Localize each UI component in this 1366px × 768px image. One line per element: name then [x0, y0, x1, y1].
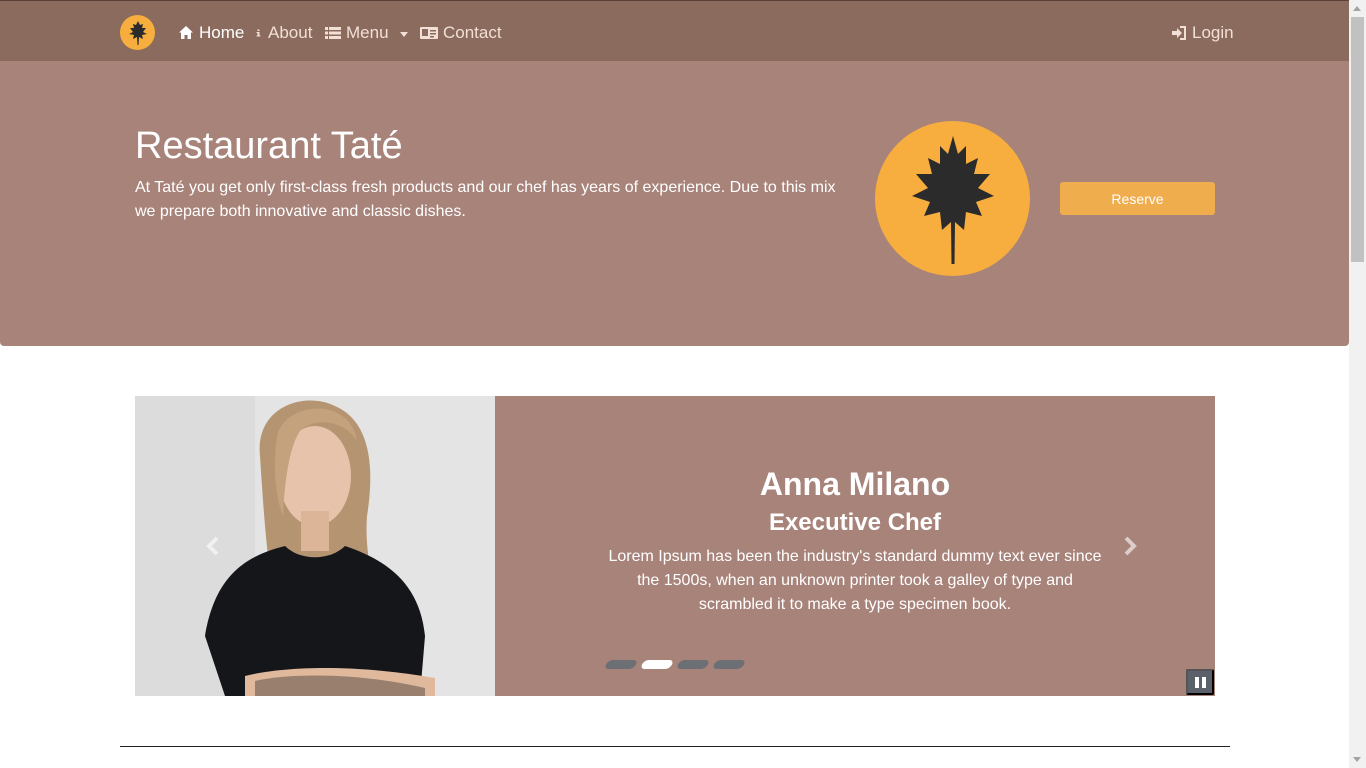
page-scrollbar[interactable] [1349, 0, 1366, 768]
nav-label-home: Home [199, 23, 245, 42]
carousel-pause-button[interactable] [1186, 669, 1214, 695]
contact-card-icon [420, 27, 438, 39]
sign-in-icon [1172, 26, 1186, 40]
chef-description: Lorem Ipsum has been the industry's stan… [608, 548, 1102, 613]
chevron-down-icon [399, 31, 408, 37]
login-label: Login [1192, 23, 1234, 42]
section-divider [120, 746, 1230, 747]
chef-role: Executive Chef [768, 509, 942, 536]
reserve-button[interactable]: Reserve [1060, 182, 1215, 215]
carousel-indicator-2[interactable] [639, 660, 675, 669]
scrollbar-thumb[interactable] [1351, 17, 1364, 262]
carousel-indicator-1[interactable] [603, 660, 639, 669]
chef-name: Anna Milano [759, 466, 951, 502]
hero-banner: Restaurant Taté At Taté you get only fir… [0, 61, 1349, 346]
login-link[interactable]: Login [1171, 22, 1234, 44]
chef-carousel: Anna Milano Executive Chef Lorem Ipsum h… [135, 396, 1215, 696]
restaurant-logo [875, 121, 1030, 276]
nav-item-contact[interactable]: Contact [420, 22, 502, 44]
list-icon [325, 27, 341, 39]
chevron-left-icon [206, 536, 219, 556]
leaf-icon [911, 135, 994, 264]
hero-description: At Taté you get only first-class fresh p… [135, 179, 836, 220]
page-title: Restaurant Taté [135, 125, 403, 167]
nav-label-about: About [268, 23, 313, 42]
top-navbar: Home About Menu Contact Login [0, 0, 1349, 61]
nav-label-menu: Menu [346, 23, 389, 42]
carousel-indicator-4[interactable] [711, 660, 747, 669]
pause-icon-bar [1201, 676, 1206, 688]
nav-item-menu[interactable]: Menu [325, 22, 408, 44]
brand-logo[interactable] [120, 15, 155, 50]
chef-portrait-image [135, 396, 495, 696]
info-icon [256, 29, 261, 37]
carousel-next-button[interactable] [1120, 534, 1140, 558]
scroll-up-arrow[interactable] [1353, 6, 1361, 11]
pause-icon [1194, 676, 1199, 688]
nav-item-home[interactable]: Home [178, 22, 244, 44]
scroll-down-arrow[interactable] [1353, 757, 1361, 762]
nav-item-about[interactable]: About [255, 22, 312, 44]
carousel-prev-button[interactable] [203, 534, 223, 558]
leaf-icon [128, 20, 147, 45]
carousel-indicators [603, 660, 747, 669]
carousel-indicator-3[interactable] [675, 660, 711, 669]
home-icon [179, 26, 193, 39]
chevron-right-icon [1124, 536, 1137, 556]
chef-photo [135, 396, 495, 696]
nav-label-contact: Contact [443, 23, 502, 42]
